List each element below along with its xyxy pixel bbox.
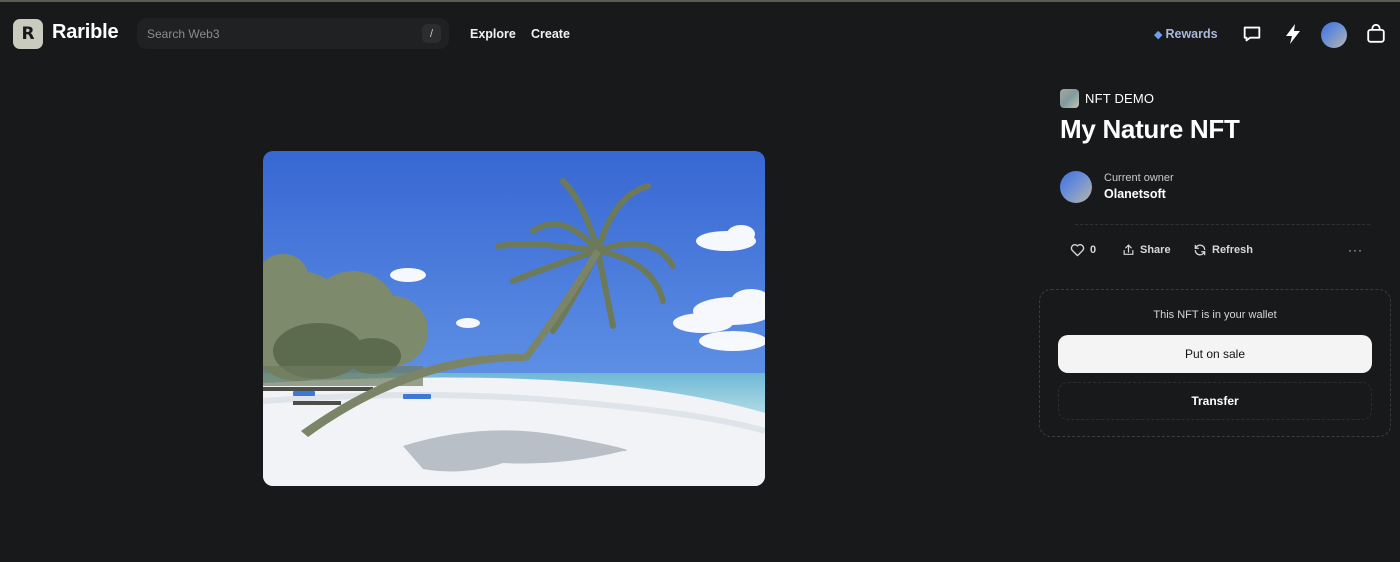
rewards-label: Rewards: [1165, 27, 1218, 41]
beach-illustration: [263, 151, 765, 486]
logo-letter: R: [21, 23, 35, 44]
like-count: 0: [1090, 244, 1097, 256]
collection-link[interactable]: NFT DEMO: [1060, 89, 1154, 108]
wallet-actions-card: This NFT is in your wallet Put on sale T…: [1039, 289, 1391, 437]
search-input[interactable]: [147, 26, 407, 41]
share-button[interactable]: Share: [1122, 243, 1171, 257]
nav-create-link[interactable]: Create: [531, 27, 570, 41]
owner-label: Current owner: [1104, 172, 1174, 184]
transfer-button[interactable]: Transfer: [1058, 382, 1372, 420]
nft-title: My Nature NFT: [1060, 114, 1240, 144]
like-button[interactable]: 0: [1070, 243, 1096, 257]
share-icon: [1123, 244, 1134, 255]
top-navbar: R Rarible / Explore Create ◆ Rewards: [0, 2, 1400, 64]
section-divider: [1075, 224, 1370, 225]
bag-icon[interactable]: [1364, 22, 1388, 46]
wallet-status-text: This NFT is in your wallet: [1153, 309, 1277, 321]
rewards-link[interactable]: ◆ Rewards: [1154, 27, 1218, 41]
heart-icon: [1070, 244, 1085, 257]
collection-thumbnail: [1060, 89, 1079, 108]
nft-image[interactable]: [263, 151, 765, 486]
chat-icon[interactable]: [1240, 22, 1264, 46]
refresh-icon: [1194, 244, 1206, 256]
brand-name[interactable]: Rarible: [52, 21, 119, 44]
diamond-icon: ◆: [1154, 28, 1163, 41]
collection-name: NFT DEMO: [1085, 91, 1155, 106]
more-options-button[interactable]: ···: [1348, 243, 1363, 257]
share-label: Share: [1140, 244, 1171, 256]
lightning-icon[interactable]: [1281, 22, 1305, 46]
avatar[interactable]: [1321, 22, 1347, 48]
refresh-button[interactable]: Refresh: [1193, 243, 1253, 257]
put-on-sale-button[interactable]: Put on sale: [1058, 335, 1372, 373]
nav-explore-link[interactable]: Explore: [470, 27, 516, 41]
owner-name[interactable]: Olanetsoft: [1104, 187, 1166, 201]
search-shortcut-key: /: [422, 24, 441, 43]
logo-icon[interactable]: R: [13, 19, 43, 49]
search-bar[interactable]: /: [137, 18, 449, 49]
owner-avatar[interactable]: [1060, 171, 1092, 203]
refresh-label: Refresh: [1212, 244, 1253, 256]
